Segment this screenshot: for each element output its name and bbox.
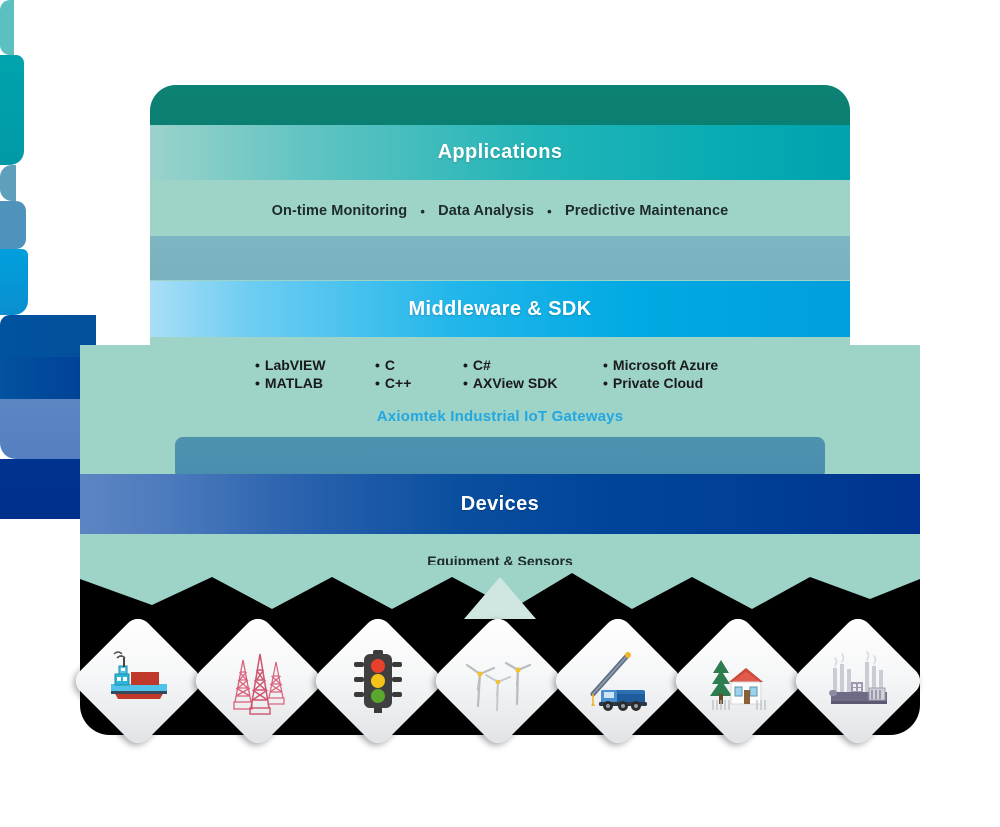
- bullet-item: Microsoft Azure: [603, 356, 718, 374]
- traffic-light-icon: [341, 644, 415, 718]
- iot-architecture-diagram: Applications On-time Monitoring • Data A…: [0, 0, 1000, 827]
- upper-strip-left-tab: [0, 165, 16, 201]
- applications-right-tab: [0, 55, 24, 165]
- house-tree-icon: [701, 644, 775, 718]
- middleware-bullet-grid: LabVIEW MATLAB C C++ C# AXView SDK Micro…: [255, 356, 755, 392]
- crane-truck-icon: [581, 644, 655, 718]
- lower-connector-strip: [175, 437, 825, 479]
- feature-separator-1: •: [420, 203, 425, 219]
- oil-rig-icon: [221, 644, 295, 718]
- bullet-item: LabVIEW: [255, 356, 375, 374]
- bullet-item: MATLAB: [255, 374, 375, 392]
- applications-label: Applications: [437, 141, 563, 163]
- upper-connector-strip: [150, 236, 850, 280]
- bullet-item: AXView SDK: [463, 374, 603, 392]
- applications-bar[interactable]: Applications: [150, 125, 850, 180]
- devices-bar[interactable]: Devices: [80, 474, 920, 534]
- application-feature-monitoring: On-time Monitoring: [271, 203, 408, 219]
- bullet-item: C: [375, 356, 463, 374]
- bullet-column-sdk: C# AXView SDK: [463, 356, 603, 392]
- middleware-label: Middleware & SDK: [408, 297, 592, 320]
- bullet-item: Private Cloud: [603, 374, 718, 392]
- bullet-item: C#: [463, 356, 603, 374]
- gateway-label: Axiomtek Industrial IoT Gateways: [376, 408, 624, 425]
- application-feature-predictive-maintenance: Predictive Maintenance: [564, 203, 729, 219]
- applications-left-tab: [0, 0, 14, 55]
- bullet-column-languages-2: C C++: [375, 356, 463, 392]
- bullet-column-cloud: Microsoft Azure Private Cloud: [603, 356, 718, 392]
- applications-features: On-time Monitoring • Data Analysis • Pre…: [0, 203, 1000, 219]
- middleware-right-tab: [0, 249, 28, 315]
- middleware-bar[interactable]: Middleware & SDK: [150, 281, 850, 337]
- cargo-ship-icon: [101, 644, 175, 718]
- bullet-item: C++: [375, 374, 463, 392]
- application-feature-data-analysis: Data Analysis: [438, 203, 534, 219]
- bullet-column-languages-1: LabVIEW MATLAB: [255, 356, 375, 392]
- feature-separator-2: •: [547, 203, 552, 219]
- wind-turbine-icon: [461, 644, 535, 718]
- factory-icon: [821, 644, 895, 718]
- devices-label: Devices: [460, 492, 540, 515]
